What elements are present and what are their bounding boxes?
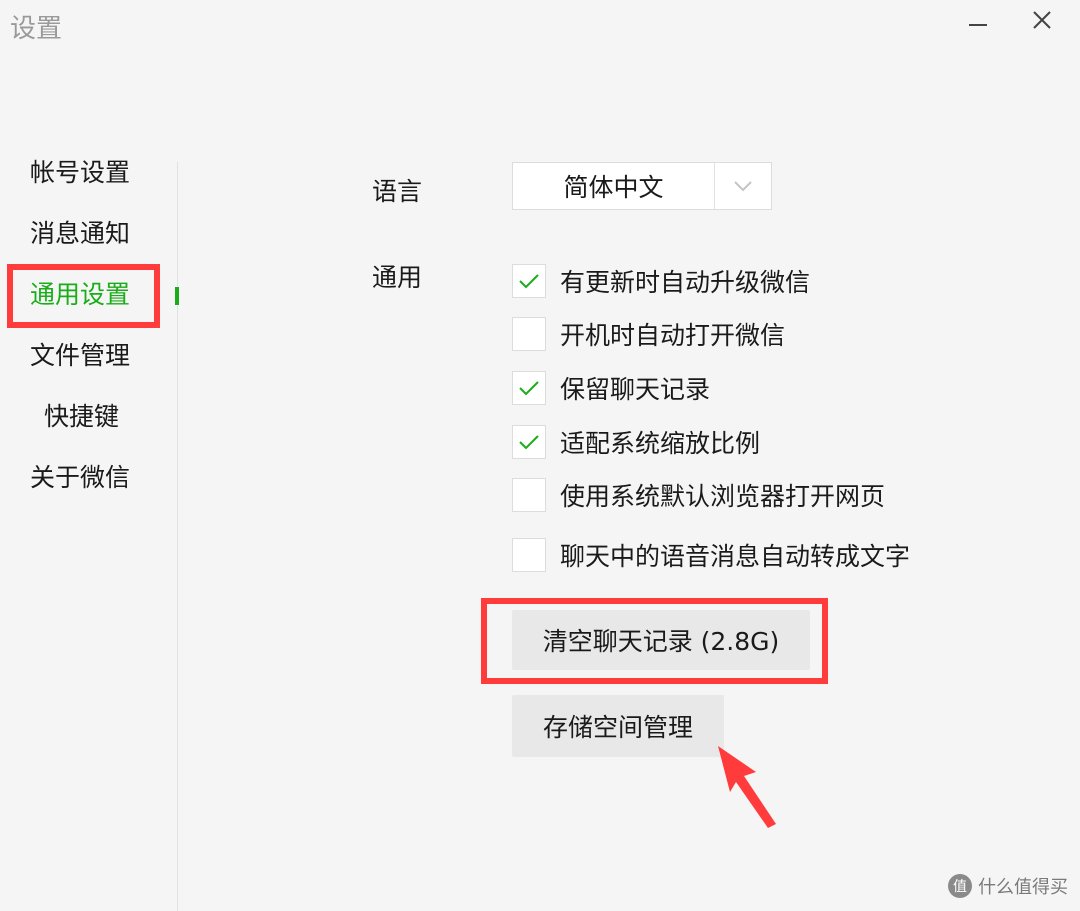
- option-voice-to-text[interactable]: 聊天中的语音消息自动转成文字: [512, 537, 910, 573]
- checkbox-keep-chat-history[interactable]: [512, 371, 546, 405]
- option-label: 适配系统缩放比例: [560, 429, 761, 458]
- checkbox-default-browser[interactable]: [512, 478, 546, 512]
- language-label: 语言: [372, 177, 423, 206]
- check-icon: [519, 381, 539, 396]
- watermark: 值 什么值得买: [948, 873, 1068, 899]
- option-launch-on-startup[interactable]: 开机时自动打开微信: [512, 316, 785, 352]
- language-select-value: 简体中文: [563, 173, 664, 202]
- close-icon: [1033, 11, 1051, 29]
- sidebar-item-about[interactable]: 关于微信: [30, 458, 170, 498]
- option-label: 保留聊天记录: [560, 375, 711, 404]
- language-select[interactable]: 简体中文: [512, 162, 772, 210]
- minimize-button[interactable]: [948, 0, 1008, 40]
- annotation-highlight-clear: [481, 598, 828, 684]
- annotation-arrow-icon: [718, 746, 776, 828]
- option-label: 开机时自动打开微信: [560, 321, 786, 350]
- storage-management-button[interactable]: 存储空间管理: [512, 695, 724, 757]
- option-system-scaling[interactable]: 适配系统缩放比例: [512, 424, 760, 460]
- chevron-down-icon[interactable]: [715, 163, 771, 209]
- active-tab-indicator: [175, 287, 179, 305]
- option-label: 聊天中的语音消息自动转成文字: [560, 542, 911, 571]
- check-icon: [519, 435, 539, 450]
- watermark-text: 什么值得买: [978, 877, 1068, 898]
- checkbox-voice-to-text[interactable]: [512, 538, 546, 572]
- checkbox-system-scaling[interactable]: [512, 425, 546, 459]
- general-label: 通用: [372, 263, 423, 292]
- checkbox-launch-on-startup[interactable]: [512, 317, 546, 351]
- sidebar-item-account[interactable]: 帐号设置: [30, 153, 170, 193]
- sidebar-divider: [177, 162, 178, 911]
- option-keep-chat-history[interactable]: 保留聊天记录: [512, 370, 710, 406]
- option-auto-update[interactable]: 有更新时自动升级微信: [512, 263, 810, 299]
- close-button[interactable]: [1012, 0, 1072, 40]
- option-label: 有更新时自动升级微信: [560, 268, 811, 297]
- check-icon: [519, 274, 539, 289]
- checkbox-auto-update[interactable]: [512, 264, 546, 298]
- watermark-logo-icon: 值: [948, 874, 972, 898]
- sidebar-item-notifications[interactable]: 消息通知: [30, 214, 170, 254]
- annotation-highlight-general: [7, 264, 160, 328]
- option-default-browser[interactable]: 使用系统默认浏览器打开网页: [512, 477, 885, 513]
- sidebar-item-files[interactable]: 文件管理: [30, 336, 170, 376]
- option-label: 使用系统默认浏览器打开网页: [560, 482, 886, 511]
- sidebar-item-shortcuts[interactable]: 快捷键: [44, 397, 184, 437]
- minimize-icon: [969, 24, 987, 26]
- window-title: 设置: [10, 14, 63, 44]
